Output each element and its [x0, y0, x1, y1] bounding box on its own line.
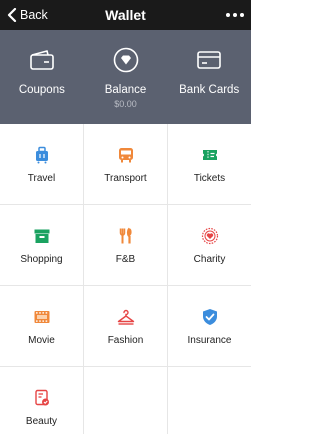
service-label: Movie [28, 335, 55, 346]
service-label: Charity [193, 254, 226, 265]
balance-label: Balance [104, 84, 147, 96]
box-icon [34, 229, 49, 243]
service-label: Tickets [193, 173, 226, 184]
service-insurance[interactable]: Insurance [168, 286, 251, 367]
service-label: Transport [104, 173, 147, 184]
service-label: F&B [115, 254, 136, 265]
more-dots-icon [226, 13, 244, 17]
cosmetics-icon [34, 389, 49, 406]
service-label: Travel [27, 173, 56, 184]
service-fashion[interactable]: Fashion [84, 286, 168, 367]
balance-amount: $0.00 [114, 99, 137, 109]
coupons-button[interactable]: Coupons [0, 30, 84, 96]
heart-badge-icon [201, 227, 218, 245]
service-label: Insurance [187, 335, 232, 346]
service-label: Beauty [25, 416, 58, 427]
services-grid: Travel Transport Tickets Shopping F&B Ch… [0, 124, 251, 434]
navigation-bar: Back Wallet [0, 0, 251, 30]
page-title: Wallet [105, 7, 146, 23]
service-label: Shopping [20, 254, 63, 265]
ticket-icon [202, 150, 217, 160]
service-tickets[interactable]: Tickets [168, 124, 251, 205]
bank-cards-label: Bank Cards [179, 84, 240, 96]
grid-empty-cell [84, 367, 168, 434]
service-shopping[interactable]: Shopping [0, 205, 84, 286]
diamond-coin-icon [113, 47, 138, 73]
shield-icon [202, 309, 217, 325]
hanger-icon [117, 309, 134, 325]
coupons-label: Coupons [18, 84, 65, 96]
wallet-summary: Coupons Balance $0.00 Bank Cards [0, 30, 251, 124]
service-beauty[interactable]: Beauty [0, 367, 84, 434]
service-charity[interactable]: Charity [168, 205, 251, 286]
bank-card-icon [197, 51, 221, 69]
service-transport[interactable]: Transport [84, 124, 168, 205]
service-fb[interactable]: F&B [84, 205, 168, 286]
service-label: Fashion [107, 335, 144, 346]
utensils-icon [119, 227, 132, 244]
wallet-icon [30, 50, 54, 70]
service-movie[interactable]: Movie [0, 286, 84, 367]
service-travel[interactable]: Travel [0, 124, 84, 205]
suitcase-icon [35, 146, 48, 164]
grid-empty-cell [168, 367, 251, 434]
more-button[interactable] [225, 0, 245, 30]
balance-button[interactable]: Balance $0.00 [84, 30, 168, 109]
film-icon [34, 311, 49, 323]
bank-cards-button[interactable]: Bank Cards [167, 30, 251, 96]
bus-icon [118, 148, 133, 163]
